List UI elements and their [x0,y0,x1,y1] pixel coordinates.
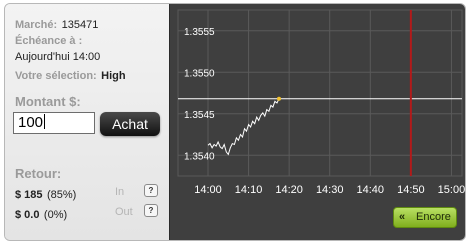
return-in-amount: $ 185 [15,189,43,201]
in-help-icon[interactable]: ? [144,184,158,197]
out-label: Out [115,206,133,218]
market-label: Marché: [15,19,58,31]
plot-area [177,9,463,177]
y-tick-label: 1.3540 [184,151,215,162]
trade-panel: Marché: 135471 Échéance à : Aujourd'hui … [5,4,169,240]
price-chart: 14:00 14:10 14:20 14:30 14:40 14:50 15:00 1.355… [169,4,466,240]
return-out-percent: (0%) [43,209,68,221]
amount-label: Montant $: [15,94,81,109]
text-caret [44,114,46,129]
x-tick-label: 14:20 [275,184,303,196]
return-in-row: $ 185 (85%) [15,185,76,203]
price-chart-svg: 14:00 14:10 14:20 14:30 14:40 14:50 15:00 1.355… [177,9,466,196]
market-value: 135471 [61,19,99,31]
current-price-point [277,96,281,101]
return-out-amount: $ 0.0 [15,209,40,221]
return-out-row: $ 0.0 (0%) [15,205,67,223]
return-in-percent: (85%) [46,189,77,201]
x-tick-label: 15:00 [438,184,466,196]
buy-button[interactable]: Achat [100,112,160,136]
selection-label: Votre sélection: [15,70,97,82]
y-tick-label: 1.3545 [184,110,215,121]
x-tick-label: 14:50 [397,184,425,196]
y-tick-label: 1.3550 [184,68,215,79]
more-button[interactable]: « Encore [393,207,457,228]
selection-value: High [101,70,126,82]
x-tick-label: 14:40 [357,184,385,196]
return-label: Retour: [15,166,62,181]
price-series-line [207,98,280,156]
x-tick-label: 14:00 [194,184,222,196]
x-tick-label: 14:10 [235,184,263,196]
in-label: In [115,186,125,198]
x-tick-label: 14:30 [316,184,344,196]
out-help-icon[interactable]: ? [144,204,158,217]
double-chevron-left-icon: « [399,211,406,223]
expiry-value: Aujourd'hui 14:00 [15,51,101,63]
selection-row: Votre sélection: High [15,66,126,84]
amount-input[interactable]: 100 [13,112,95,134]
y-tick-label: 1.3555 [184,27,215,38]
trade-widget: Marché: 135471 Échéance à : Aujourd'hui … [4,3,466,241]
